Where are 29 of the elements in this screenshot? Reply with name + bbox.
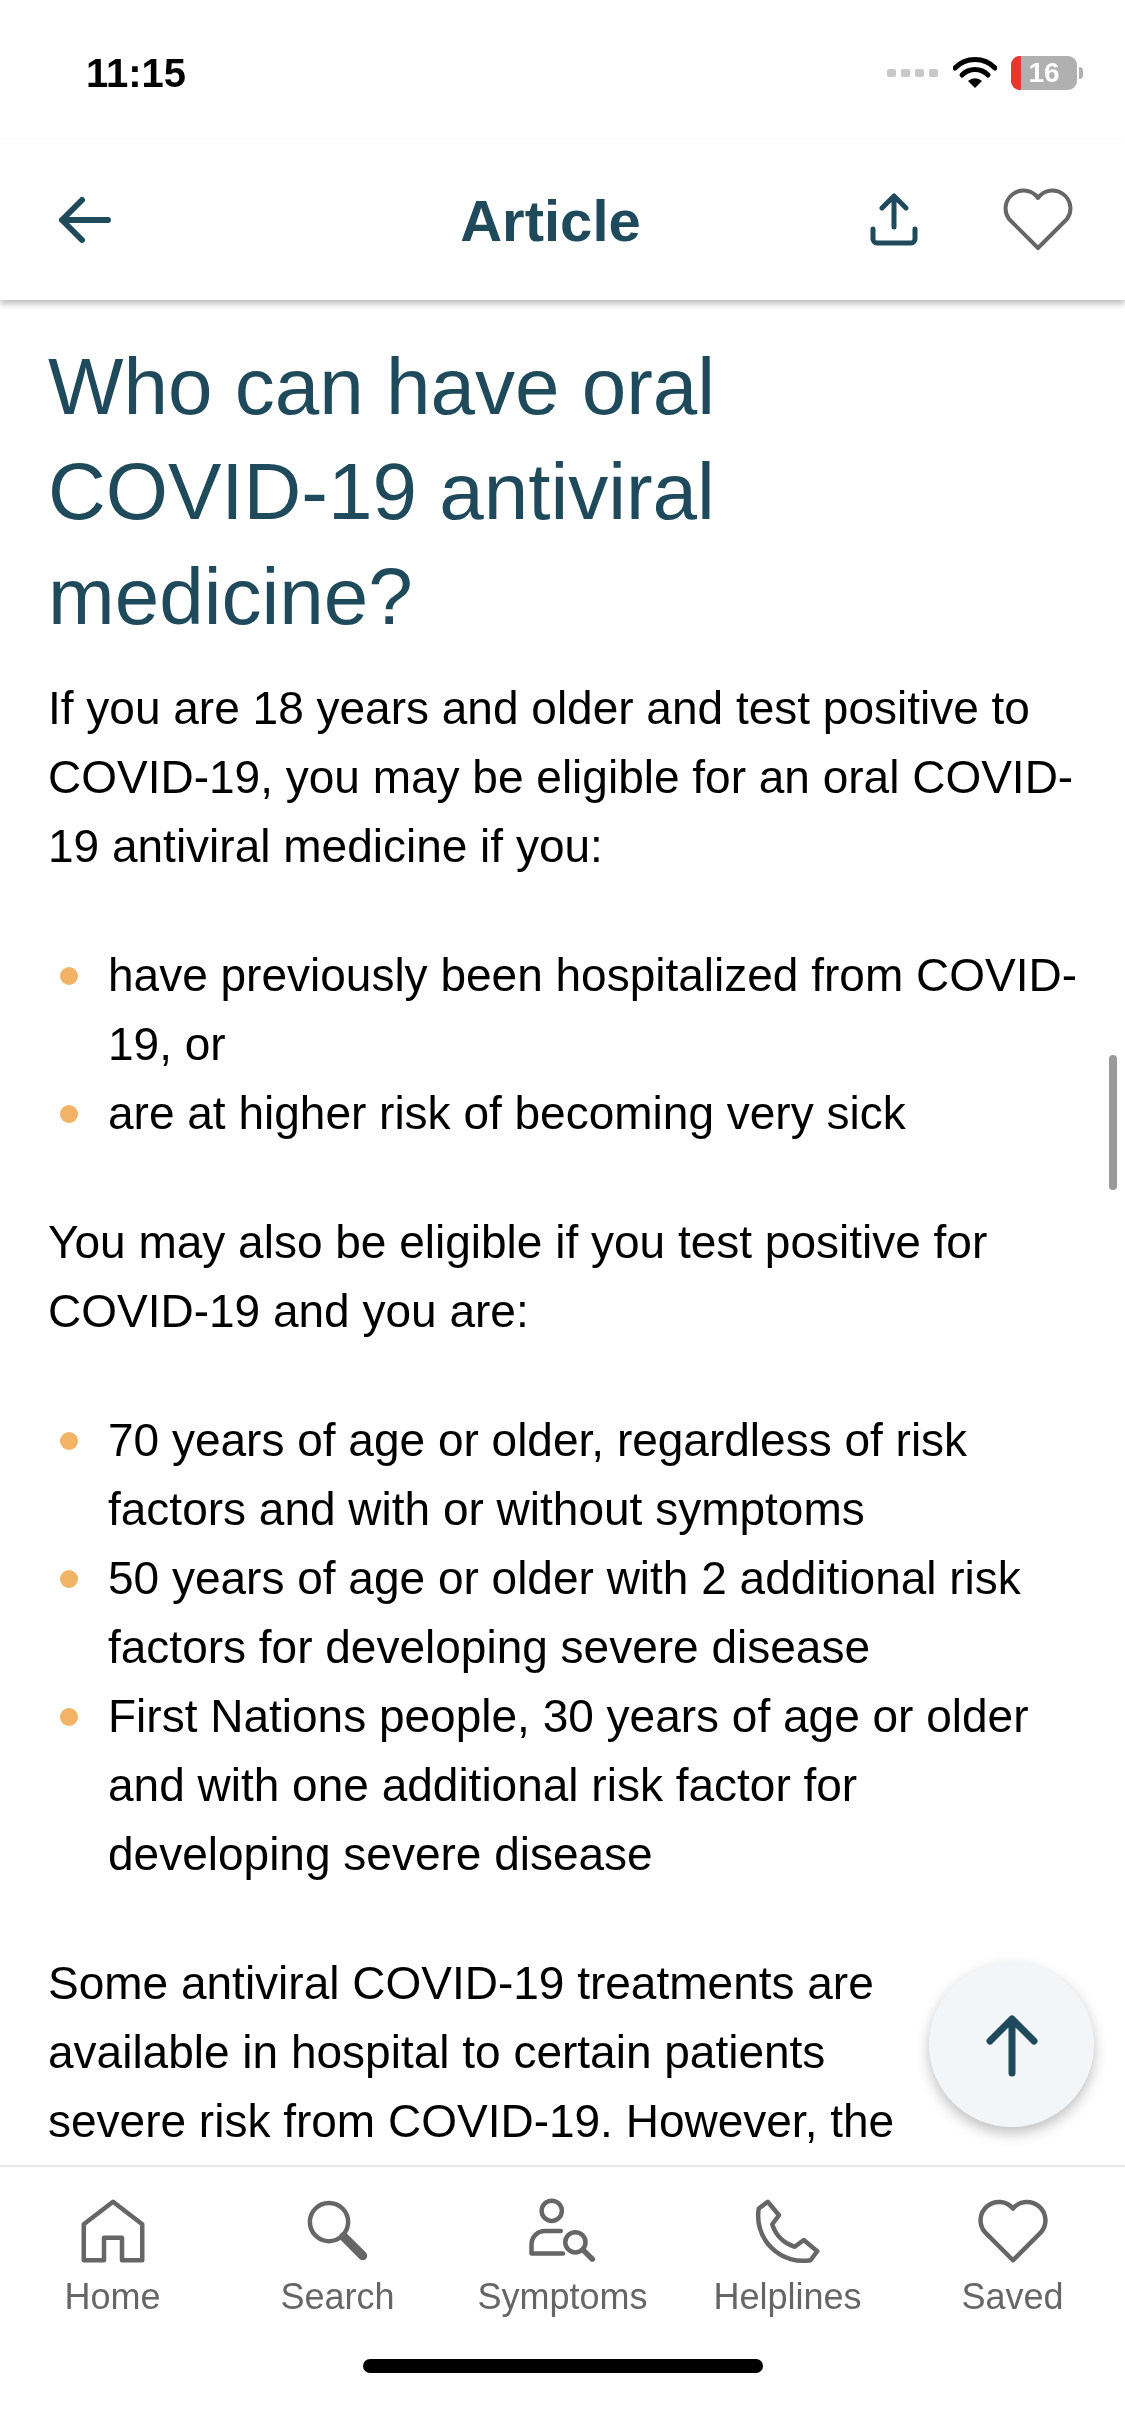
text-line: Some antiviral COVID-19 treatments are [48, 1956, 874, 2011]
share-icon[interactable] [869, 193, 919, 247]
bullet-icon [60, 1570, 78, 1588]
tab-bar-item[interactable]: Symptoms [450, 2195, 675, 2319]
back-arrow-icon[interactable] [56, 195, 112, 245]
page-title: Article [460, 186, 641, 255]
scroll-to-top-button[interactable] [929, 1962, 1094, 2127]
tab-bar-item[interactable]: Home [0, 2195, 225, 2319]
list-item-text: 50 years of age or older with 2 additional risk factors for developing severe disease [108, 1551, 1022, 1675]
list-item-text: First Nations people, 30 years of age or older and with one additional risk factor for developing severe disease [108, 1689, 1030, 1882]
tab-bar-item[interactable]: Search [225, 2195, 450, 2319]
wifi-icon [953, 56, 997, 90]
text-line: severe risk from COVID-19. However, the [48, 2094, 895, 2149]
paragraph: You may also be eligible if you test positive for COVID-19 and you are: [48, 1215, 989, 1339]
bullet-icon [60, 1708, 78, 1726]
up-arrow-icon [983, 2012, 1040, 2077]
bullet-icon [60, 967, 78, 985]
tab-bar-item[interactable]: Saved [900, 2195, 1125, 2319]
signal-icon [887, 67, 939, 79]
bullet-icon [60, 1432, 78, 1450]
text-line: available in hospital to certain patients [48, 2025, 826, 2080]
heart-icon[interactable] [1001, 188, 1075, 252]
list-item-text: are at higher risk of becoming very sick [108, 1086, 906, 1141]
article-heading: Who can have oral COVID-19 antiviral medicine? [48, 341, 717, 643]
list-item-text: 70 years of age or older, regardless of risk factors and with or without symptoms [108, 1413, 969, 1537]
paragraph: If you are 18 years and older and test positive to COVID-19, you may be eligible for an oral COVID-19 antiviral medicine if you: [48, 681, 1075, 874]
tab-bar-item[interactable]: Helplines [675, 2195, 900, 2319]
bullet-icon [60, 1105, 78, 1123]
status-time: 11:15 [86, 50, 187, 97]
